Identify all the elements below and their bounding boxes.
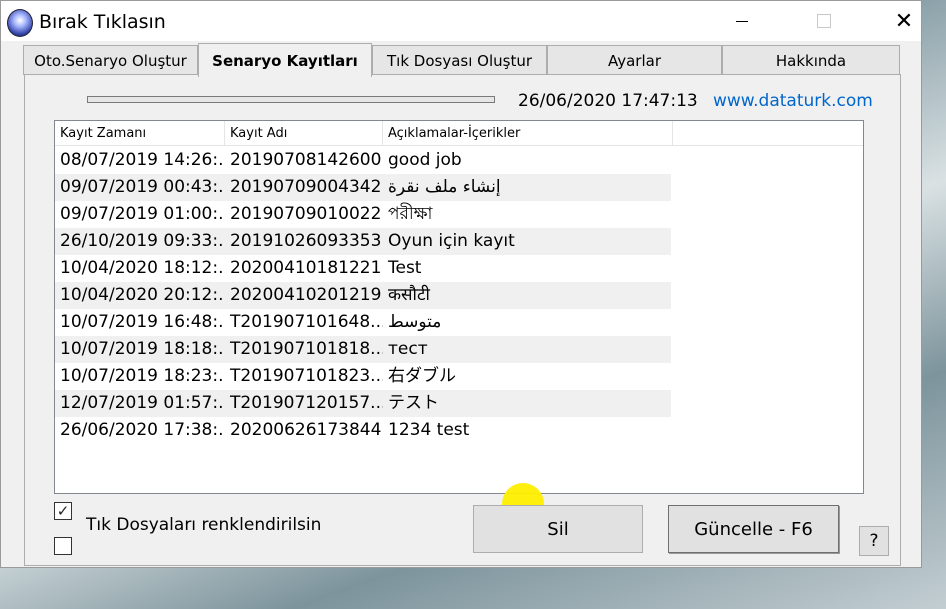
- cell-time: 10/07/2019 16:48:...: [60, 312, 223, 332]
- column-header-time[interactable]: Kayıt Zamanı: [55, 121, 225, 146]
- cell-name: 20190708142600: [230, 150, 382, 170]
- column-header-filler: [673, 121, 863, 146]
- table-row[interactable]: 26/06/2020 17:38:... 20200626173844 1234 t…: [55, 417, 671, 444]
- window-title: Bırak Tıklasın: [39, 11, 166, 33]
- cell-time: 09/07/2019 01:00:...: [60, 204, 223, 224]
- cell-time: 26/06/2020 17:38:...: [60, 420, 223, 440]
- cell-name: 20200410181221: [230, 258, 382, 278]
- tab-oto-senaryo[interactable]: Oto.Senaryo Oluştur: [23, 45, 198, 75]
- cell-name: T201907101823...: [230, 366, 383, 386]
- close-button[interactable]: ✕: [881, 1, 927, 41]
- cell-time: 10/04/2020 18:12:...: [60, 258, 223, 278]
- progress-bar: [87, 96, 495, 103]
- listview-header: Kayıt Zamanı Kayıt Adı Açıklamalar-İçeri…: [55, 121, 863, 146]
- colorize-checkbox-checked[interactable]: ✓: [54, 502, 72, 520]
- cell-time: 10/07/2019 18:23:...: [60, 366, 223, 386]
- cell-name: 20200410201219: [230, 285, 382, 305]
- cell-description: Oyun için kayıt: [388, 231, 515, 251]
- colorize-label: Tık Dosyaları renklendirilsin: [86, 515, 322, 535]
- cell-name: 20190709004342: [230, 177, 382, 197]
- cell-description: 1234 test: [388, 420, 470, 440]
- tab-hakkinda[interactable]: Hakkında: [722, 45, 900, 75]
- cell-name: 20190709010022: [230, 204, 382, 224]
- cell-description: Test: [388, 258, 422, 278]
- tab-ayarlar[interactable]: Ayarlar: [547, 45, 722, 75]
- app-mouse-icon: [7, 9, 33, 37]
- minimize-icon: [736, 20, 748, 22]
- tab-panel: 26/06/2020 17:47:13 www.dataturk.com Kay…: [24, 74, 901, 566]
- cell-description: тест: [388, 339, 428, 359]
- table-row[interactable]: 10/07/2019 18:23:... T201907101823... 右ダブル: [55, 363, 671, 390]
- cell-time: 08/07/2019 14:26:...: [60, 150, 223, 170]
- help-button[interactable]: ?: [859, 526, 889, 556]
- title-bar: Bırak Tıklasın ✕: [1, 1, 921, 41]
- tab-tik-dosyasi[interactable]: Tık Dosyası Oluştur: [372, 45, 547, 75]
- maximize-button[interactable]: [801, 1, 847, 41]
- delete-button[interactable]: Sil: [473, 505, 643, 553]
- table-row[interactable]: 09/07/2019 00:43:... 20190709004342 إنشاء …: [55, 174, 671, 201]
- cell-description: إنشاء ملف نقرة: [388, 177, 501, 197]
- cell-description: テスト: [388, 393, 439, 413]
- minimize-button[interactable]: [719, 1, 765, 41]
- cell-name: T201907101648...: [230, 312, 383, 332]
- cell-time: 10/07/2019 18:18:...: [60, 339, 223, 359]
- cell-name: T201907120157...: [230, 393, 383, 413]
- cell-description: कसौटी: [388, 285, 430, 305]
- table-row[interactable]: 10/07/2019 16:48:... T201907101648... متوس…: [55, 309, 671, 336]
- colorize-checkbox-unchecked[interactable]: [54, 537, 72, 555]
- checkmark-icon: ✓: [56, 502, 70, 520]
- table-row[interactable]: 10/04/2020 20:12:... 20200410201219 कसौटी: [55, 282, 671, 309]
- cell-description: good job: [388, 150, 462, 170]
- table-row[interactable]: 12/07/2019 01:57:... T201907120157... テスト: [55, 390, 671, 417]
- table-row[interactable]: 08/07/2019 14:26:... 20190708142600 good j…: [55, 147, 671, 174]
- website-link[interactable]: www.dataturk.com: [713, 91, 873, 111]
- cell-time: 12/07/2019 01:57:...: [60, 393, 223, 413]
- update-button[interactable]: Güncelle - F6: [668, 505, 839, 553]
- cell-name: 20200626173844: [230, 420, 382, 440]
- column-header-name[interactable]: Kayıt Adı: [225, 121, 383, 146]
- cell-description: পরীক্ষা: [388, 204, 433, 224]
- table-row[interactable]: 10/07/2019 18:18:... T201907101818... тест: [55, 336, 671, 363]
- cell-time: 09/07/2019 00:43:...: [60, 177, 223, 197]
- table-row[interactable]: 26/10/2019 09:33:... 20191026093353 Oyun i…: [55, 228, 671, 255]
- maximize-icon: [817, 14, 831, 28]
- table-row[interactable]: 10/04/2020 18:12:... 20200410181221 Test: [55, 255, 671, 282]
- current-datetime: 26/06/2020 17:47:13: [518, 91, 698, 111]
- records-listview[interactable]: Kayıt Zamanı Kayıt Adı Açıklamalar-İçeri…: [54, 120, 864, 494]
- cell-description: متوسط: [388, 312, 442, 332]
- table-row[interactable]: 09/07/2019 01:00:... 20190709010022 পরীক্ষ…: [55, 201, 671, 228]
- cell-name: 20191026093353: [230, 231, 382, 251]
- tab-senaryo-kayitlari[interactable]: Senaryo Kayıtları: [198, 43, 372, 77]
- close-icon: ✕: [894, 8, 914, 34]
- cell-time: 10/04/2020 20:12:...: [60, 285, 223, 305]
- cell-description: 右ダブル: [388, 366, 456, 386]
- app-window: Bırak Tıklasın ✕ Oto.Senaryo Oluştur Sen…: [0, 0, 922, 568]
- cell-name: T201907101818...: [230, 339, 383, 359]
- cell-time: 26/10/2019 09:33:...: [60, 231, 223, 251]
- column-header-description[interactable]: Açıklamalar-İçerikler: [383, 121, 673, 146]
